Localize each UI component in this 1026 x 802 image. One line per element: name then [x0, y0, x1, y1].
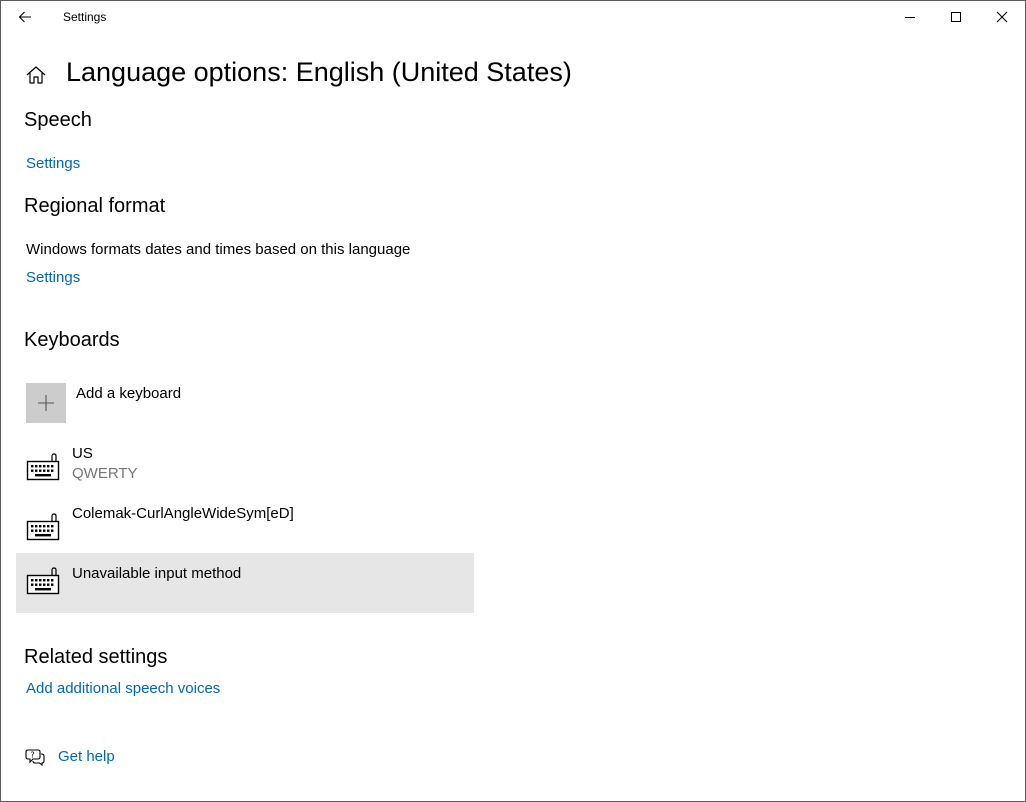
minimize-icon	[905, 17, 915, 18]
close-icon	[996, 11, 1008, 23]
svg-text:?: ?	[31, 751, 35, 760]
speech-heading: Speech	[24, 109, 92, 131]
keyboard-name: Colemak-CurlAngleWideSym[eD]	[72, 505, 294, 522]
regional-format-settings-link[interactable]: Settings	[26, 269, 80, 286]
settings-window: Settings Language options: English (Unit…	[0, 0, 1026, 802]
get-help-icon: ?	[25, 749, 45, 767]
keyboard-icon	[26, 567, 60, 595]
back-button[interactable]	[1, 1, 49, 33]
keyboard-item-unavailable[interactable]: Unavailable input method	[16, 553, 474, 613]
add-keyboard-tile	[26, 383, 66, 423]
get-help-link[interactable]: Get help	[58, 748, 115, 765]
add-keyboard-label: Add a keyboard	[76, 385, 182, 402]
maximize-button[interactable]	[933, 1, 979, 33]
regional-format-heading: Regional format	[24, 195, 166, 217]
speech-settings-link[interactable]: Settings	[26, 155, 80, 172]
home-icon[interactable]	[25, 64, 47, 86]
keyboard-layout: QWERTY	[72, 465, 138, 482]
window-title: Settings	[63, 10, 107, 24]
keyboard-icon	[26, 513, 60, 541]
keyboard-item-colemak[interactable]: Colemak-CurlAngleWideSym[eD]	[16, 501, 474, 561]
page-title: Language options: English (United States…	[66, 57, 572, 87]
related-settings-heading: Related settings	[24, 646, 168, 668]
minimize-button[interactable]	[887, 1, 933, 33]
title-bar: Settings	[1, 1, 1025, 33]
plus-icon	[38, 395, 54, 411]
keyboards-heading: Keyboards	[24, 329, 120, 351]
back-arrow-icon	[18, 11, 31, 23]
regional-format-description: Windows formats dates and times based on…	[26, 241, 411, 258]
keyboard-name: Unavailable input method	[72, 565, 242, 582]
maximize-icon	[951, 12, 961, 22]
keyboard-name: US	[72, 445, 93, 462]
keyboard-icon	[26, 453, 60, 481]
close-button[interactable]	[979, 1, 1025, 33]
add-speech-voices-link[interactable]: Add additional speech voices	[26, 680, 220, 697]
add-keyboard-button[interactable]: Add a keyboard	[26, 383, 326, 423]
keyboard-item-us[interactable]: US QWERTY	[16, 441, 474, 501]
